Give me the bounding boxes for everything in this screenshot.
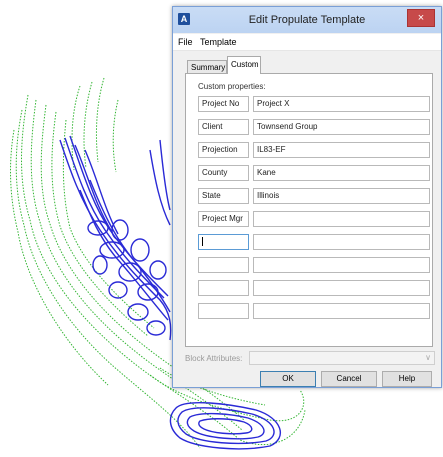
block-attributes-label: Block Attributes:	[185, 354, 243, 363]
text-caret	[202, 237, 203, 246]
menu-bar: File Template	[173, 34, 441, 51]
property-value-field[interactable]: Townsend Group	[253, 119, 430, 135]
property-name-field[interactable]: Project No	[198, 96, 249, 112]
close-button[interactable]: ×	[407, 9, 435, 27]
property-value-field[interactable]: Project X	[253, 96, 430, 112]
property-value-field[interactable]: Illinois	[253, 188, 430, 204]
block-attributes-select[interactable]: ∨	[249, 351, 435, 365]
ok-button[interactable]: OK	[260, 371, 316, 387]
property-value-field[interactable]: Kane	[253, 165, 430, 181]
cancel-button[interactable]: Cancel	[321, 371, 377, 387]
property-name-field[interactable]: Projection	[198, 142, 249, 158]
property-value-field[interactable]	[253, 257, 430, 273]
property-name-field[interactable]: Client	[198, 119, 249, 135]
window-title: Edit Propulate Template	[248, 14, 366, 26]
property-name-field[interactable]	[198, 303, 249, 319]
custom-properties-heading: Custom properties:	[198, 82, 266, 91]
menu-file[interactable]: File	[178, 37, 193, 47]
chevron-down-icon: ∨	[425, 353, 431, 362]
property-value-field[interactable]	[253, 234, 430, 250]
menu-template[interactable]: Template	[200, 37, 237, 47]
property-name-field[interactable]: Project Mgr	[198, 211, 249, 227]
tab-custom[interactable]: Custom	[227, 56, 261, 74]
property-value-field[interactable]: IL83-EF	[253, 142, 430, 158]
custom-properties-panel: Custom properties: Project No Project X …	[185, 73, 433, 347]
property-value-field[interactable]	[253, 280, 430, 296]
title-bar[interactable]: A Edit Propulate Template ×	[173, 7, 441, 33]
property-name-field[interactable]: County	[198, 165, 249, 181]
property-name-field[interactable]: State	[198, 188, 249, 204]
property-name-field[interactable]	[198, 280, 249, 296]
property-value-field[interactable]	[253, 211, 430, 227]
property-value-field[interactable]	[253, 303, 430, 319]
tab-summary[interactable]: Summary	[187, 60, 227, 73]
help-button[interactable]: Help	[382, 371, 432, 387]
property-name-field[interactable]	[198, 257, 249, 273]
property-name-field-active[interactable]	[198, 234, 249, 250]
edit-propulate-template-dialog: A Edit Propulate Template × File Templat…	[172, 6, 442, 388]
